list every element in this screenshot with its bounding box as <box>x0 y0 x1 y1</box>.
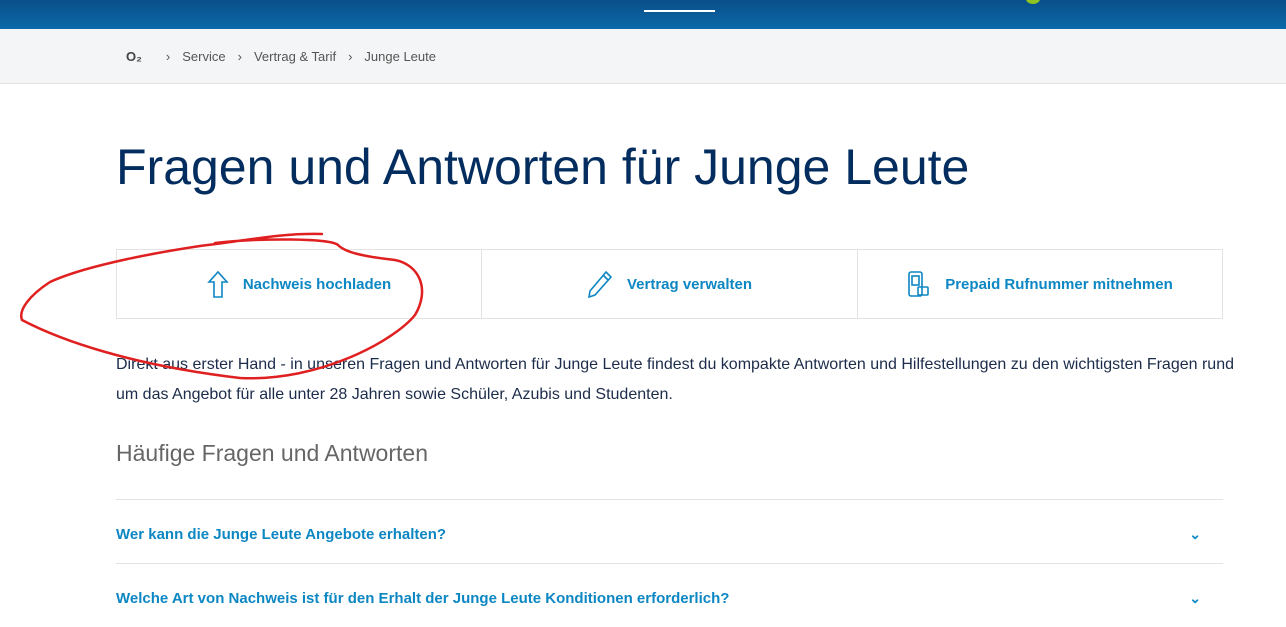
tile-label: Prepaid Rufnummer mitnehmen <box>945 275 1173 293</box>
faq-question: Welche Art von Nachweis ist für den Erha… <box>116 590 730 607</box>
chevron-down-icon[interactable]: ⌄ <box>1189 590 1201 607</box>
faq-item[interactable]: Wer kann die Junge Leute Angebote erhalt… <box>116 499 1223 563</box>
active-nav-indicator <box>644 10 715 12</box>
chevron-right-icon: › <box>348 48 353 64</box>
page-title: Fragen und Antworten für Junge Leute <box>116 139 970 195</box>
breadcrumb-junge-leute: Junge Leute <box>364 48 436 64</box>
quick-links: Nachweis hochladen Vertrag verwalten Pre… <box>116 249 1223 319</box>
breadcrumb-vertrag-tarif[interactable]: Vertrag & Tarif <box>254 49 336 64</box>
faq-heading: Häufige Fragen und Antworten <box>116 440 428 466</box>
intro-text: Direkt aus erster Hand - in unseren Frag… <box>116 356 1234 403</box>
chevron-down-icon[interactable]: ⌄ <box>1189 526 1201 543</box>
nachweis-hochladen-button[interactable]: Nachweis hochladen <box>117 250 482 318</box>
chevron-right-icon: › <box>165 48 171 64</box>
o2-logo-link[interactable]: O₂ <box>126 49 142 64</box>
status-dot <box>1026 0 1040 4</box>
prepaid-rufnummer-button[interactable]: Prepaid Rufnummer mitnehmen <box>858 250 1222 318</box>
tile-label: Nachweis hochladen <box>242 275 392 293</box>
pencil-icon <box>587 270 613 298</box>
tile-label: Vertrag verwalten <box>626 275 753 293</box>
breadcrumb: O₂ › Service › Vertrag & Tarif › Junge L… <box>0 29 1286 84</box>
vertrag-verwalten-button[interactable]: Vertrag verwalten <box>482 250 858 318</box>
breadcrumb-service[interactable]: Service <box>182 49 225 64</box>
chevron-right-icon: › <box>237 48 242 64</box>
top-navigation-bar <box>0 0 1286 29</box>
phone-transfer-icon <box>908 271 930 297</box>
upload-arrow-icon <box>207 270 229 298</box>
faq-item[interactable]: Welche Art von Nachweis ist für den Erha… <box>116 563 1223 627</box>
faq-question: Wer kann die Junge Leute Angebote erhalt… <box>116 526 447 543</box>
